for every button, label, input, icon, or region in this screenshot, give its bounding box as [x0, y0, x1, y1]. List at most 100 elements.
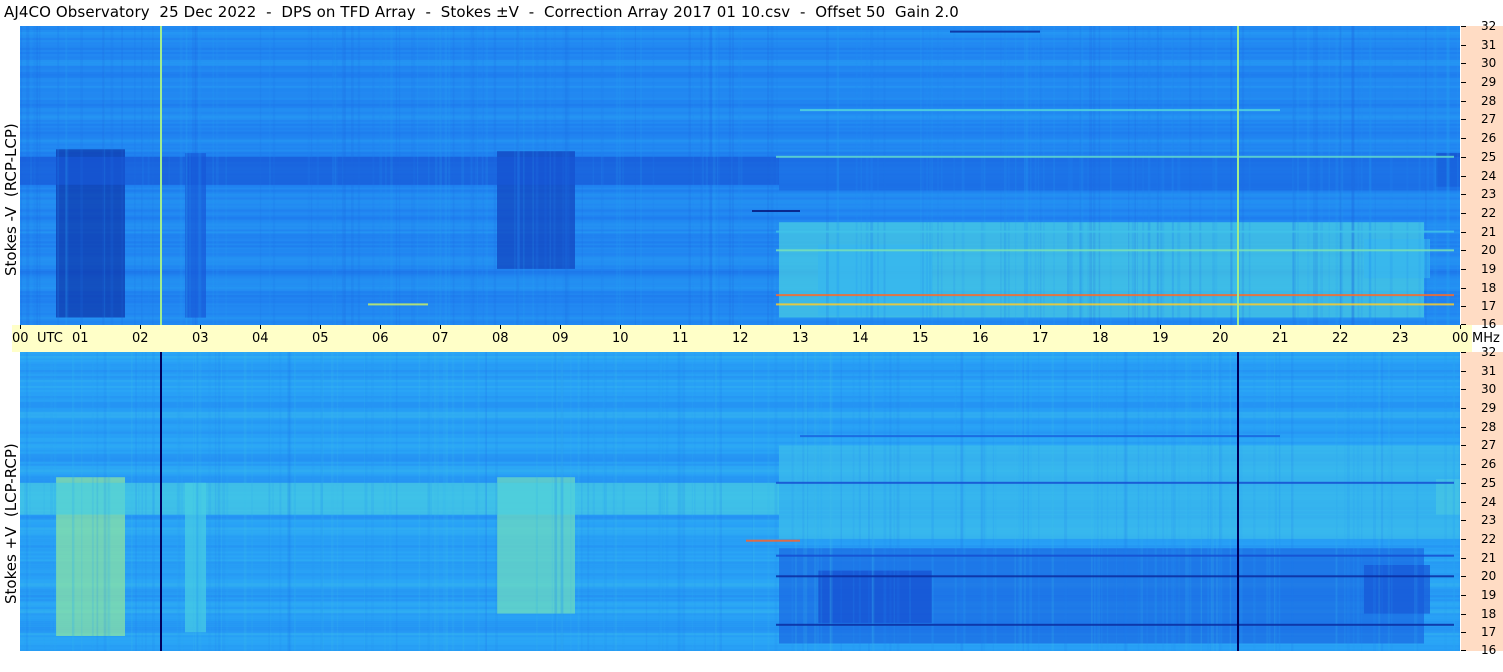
- top-frequency-tick-label: 32: [1481, 19, 1497, 33]
- bottom-striation: [816, 352, 819, 651]
- top-striation: [179, 26, 183, 325]
- top-striation: [357, 26, 361, 325]
- bottom-striation: [427, 352, 430, 651]
- top-striation: [439, 26, 442, 325]
- top-striation: [413, 26, 416, 325]
- top-striation: [134, 26, 136, 325]
- bottom-striation: [1215, 352, 1219, 651]
- utc-tick-mark: [320, 325, 321, 329]
- top-striation: [1351, 26, 1354, 325]
- utc-tick-label: 01: [72, 331, 89, 346]
- utc-tick-mark: [1280, 325, 1281, 329]
- bottom-striation: [96, 352, 99, 651]
- top-frequency-tick-label: 26: [1481, 131, 1497, 146]
- bottom-striation: [50, 352, 53, 651]
- bottom-frequency-tick-label: 31: [1481, 363, 1497, 378]
- bottom-frequency-scale: 16 17 18 19 20 21 22 23 24 25 26 27 28 29 30 31 32: [1461, 345, 1503, 657]
- top-striation: [1374, 26, 1376, 325]
- bottom-striation: [791, 352, 794, 651]
- top-striation: [961, 26, 965, 325]
- bottom-striation: [1221, 352, 1223, 651]
- utc-tick-label: 15: [912, 331, 929, 346]
- top-striation: [341, 26, 344, 325]
- utc-tick-mark: [920, 325, 921, 329]
- bottom-frequency-tick-label: 27: [1481, 438, 1497, 453]
- utc-tick-label: 17: [1032, 331, 1049, 346]
- top-striation: [883, 26, 886, 325]
- bottom-emission-line: [776, 623, 1454, 626]
- top-striation: [953, 26, 956, 325]
- bottom-frequency-tick-mark: [1461, 426, 1466, 428]
- top-striation: [712, 26, 716, 325]
- top-striation: [57, 26, 60, 325]
- utc-tick-mark: [860, 325, 861, 329]
- bottom-striation: [662, 352, 664, 651]
- top-striation: [1093, 26, 1096, 325]
- bottom-striation: [135, 352, 137, 651]
- bottom-striation: [551, 352, 553, 651]
- bottom-striation: [279, 352, 282, 651]
- bottom-striation: [141, 352, 143, 651]
- utc-tick-mark: [500, 325, 501, 329]
- top-striation: [652, 26, 655, 325]
- top-striation: [272, 26, 276, 325]
- top-striation: [553, 26, 556, 325]
- top-striation: [1292, 26, 1295, 325]
- top-frequency-tick-mark: [1461, 82, 1466, 84]
- bottom-striation: [883, 352, 887, 651]
- bottom-striation: [138, 352, 140, 651]
- bottom-striation: [1094, 352, 1096, 651]
- bottom-heatmap-svg: [20, 352, 1460, 651]
- utc-tick-label: 05: [312, 331, 329, 346]
- top-striation: [1089, 26, 1093, 325]
- top-frequency-tick-label: 16: [1481, 317, 1497, 331]
- bottom-striation: [1414, 352, 1417, 651]
- bottom-striation: [954, 352, 957, 651]
- bottom-striation: [804, 352, 807, 651]
- bottom-striation: [807, 352, 809, 651]
- bottom-striation: [1356, 352, 1360, 651]
- bottom-striation: [666, 352, 669, 651]
- utc-tick-mark: [740, 325, 741, 329]
- bottom-striation: [1027, 352, 1029, 651]
- top-striation: [33, 26, 36, 325]
- bottom-striation: [1029, 352, 1032, 651]
- top-emission-line: [776, 155, 1454, 158]
- bottom-frequency-tick-label: 16: [1481, 643, 1497, 657]
- bottom-striation: [963, 352, 966, 651]
- bottom-striation: [214, 352, 217, 651]
- bottom-striation: [961, 352, 964, 651]
- bottom-striation: [152, 352, 155, 651]
- bottom-striation: [612, 352, 615, 651]
- top-striation: [395, 26, 398, 325]
- bottom-striation: [719, 352, 722, 651]
- top-striation: [522, 26, 525, 325]
- top-striation: [728, 26, 731, 325]
- bottom-striation: [751, 352, 753, 651]
- top-striation: [1457, 26, 1459, 325]
- top-striation: [1307, 26, 1310, 325]
- top-striation: [1426, 26, 1430, 325]
- utc-tick-label: 02: [132, 331, 149, 346]
- top-striation: [615, 26, 619, 325]
- top-striation: [1335, 26, 1339, 325]
- bottom-striation: [802, 352, 805, 651]
- bottom-striation: [1229, 352, 1232, 651]
- top-striation: [767, 26, 770, 325]
- top-striation: [1171, 26, 1174, 325]
- top-striation: [1079, 26, 1082, 325]
- bottom-striation: [896, 352, 900, 651]
- bottom-striation: [1185, 352, 1188, 651]
- bottom-frequency-tick-label: 26: [1481, 457, 1497, 472]
- top-striation: [1313, 26, 1316, 325]
- bottom-striation: [442, 352, 446, 651]
- top-frequency-tick-label: 20: [1481, 243, 1497, 258]
- utc-tick-label: 04: [252, 331, 269, 346]
- top-striation: [532, 26, 534, 325]
- top-frequency-tick-mark: [1461, 268, 1466, 270]
- bottom-striation: [1146, 352, 1148, 651]
- bottom-striation: [445, 352, 448, 651]
- top-frequency-tick-mark: [1461, 63, 1466, 65]
- top-marker-line: [160, 26, 162, 325]
- bottom-striation: [1178, 352, 1180, 651]
